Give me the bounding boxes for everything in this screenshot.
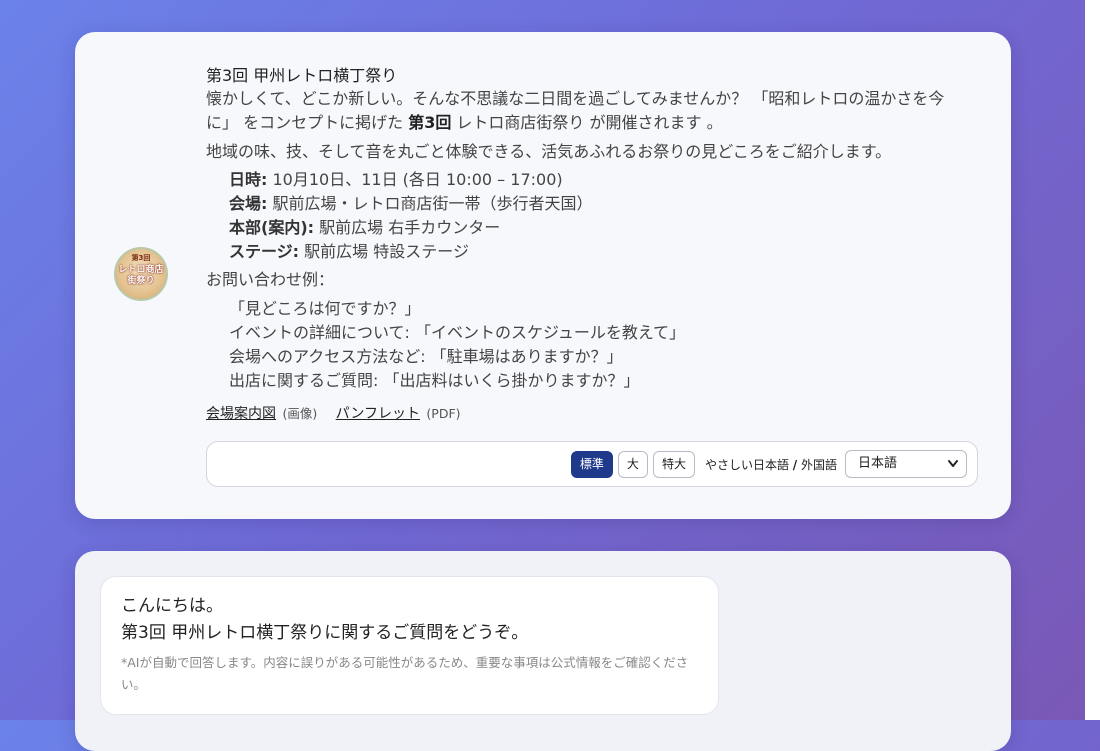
example-question[interactable]: イベントの詳細について: 「イベントのスケジュールを教えて」: [229, 321, 976, 345]
detail-label: 会場:: [229, 194, 268, 213]
lang-label-easy: やさしい日本語: [704, 457, 793, 472]
example-question[interactable]: 出店に関するご質問: 「出店料はいくら掛かりますか？」: [229, 369, 976, 393]
font-size-xlarge-button[interactable]: 特大: [652, 450, 695, 478]
bot-message-bubble: こんにちは。 第3回 甲州レトロ横丁祭りに関するご質問をどうぞ。 *AIが自動で…: [100, 576, 719, 715]
ai-disclaimer: *AIが自動で回答します。内容に誤りがある可能性があるため、重要な事項は公式情報…: [121, 655, 689, 692]
language-select[interactable]: 日本語: [845, 450, 967, 478]
page-right-edge: [1085, 0, 1100, 720]
font-size-standard-button[interactable]: 標準: [570, 450, 613, 478]
detail-value: 駅前広場 特設ステージ: [299, 242, 469, 261]
logo-text-top: 第3回: [131, 254, 151, 262]
pamphlet-link[interactable]: パンフレット: [336, 406, 420, 422]
detail-label: ステージ:: [229, 242, 300, 261]
detail-value: 駅前広場・レトロ商店街一帯（歩行者天国）: [267, 194, 593, 213]
event-info-content: 第3回 甲州レトロ横丁祭り 懐かしくて、どこか新しい。そんな不思議な二日間を過ご…: [206, 65, 976, 424]
font-size-large-button[interactable]: 大: [617, 450, 648, 478]
language-label: やさしい日本語 / 外国語: [705, 456, 837, 473]
display-settings-toolbar: 標準 大 特大 やさしい日本語 / 外国語 日本語: [206, 441, 978, 487]
chat-card: こんにちは。 第3回 甲州レトロ横丁祭りに関するご質問をどうぞ。 *AIが自動で…: [75, 551, 1011, 751]
examples-title: お問い合わせ例：: [206, 270, 335, 289]
detail-item-hq: 本部(案内): 駅前広場 右手カウンター: [229, 216, 976, 240]
logo-text-main: レトロ商店街祭り: [118, 265, 164, 286]
event-info-card: 第3回 レトロ商店街祭り 第3回 甲州レトロ横丁祭り 懐かしくて、どこか新しい。…: [75, 32, 1011, 519]
detail-item-venue: 会場: 駅前広場・レトロ商店街一帯（歩行者天国）: [229, 192, 976, 216]
event-details-list: 日時: 10月10日、11日 (各日 10:00 – 17:00) 会場: 駅前…: [206, 168, 976, 264]
detail-label: 日時:: [229, 170, 268, 189]
example-question[interactable]: 会場へのアクセス方法など: 「駐車場はありますか？」: [229, 345, 976, 369]
toolbar-controls: 標準 大 特大 やさしい日本語 / 外国語 日本語: [570, 450, 967, 478]
greeting-line-1: こんにちは。: [121, 596, 223, 616]
language-select-value: 日本語: [858, 456, 898, 471]
intro-edition: 第3回: [408, 113, 452, 132]
example-questions-list: 「見どころは何ですか？」 イベントの詳細について: 「イベントのスケジュールを教…: [206, 297, 976, 393]
detail-item-date: 日時: 10月10日、11日 (各日 10:00 – 17:00): [229, 168, 976, 192]
greeting-line-2: 第3回 甲州レトロ横丁祭りに関するご質問をどうぞ。: [121, 623, 529, 643]
venue-map-note: (画像): [282, 406, 318, 421]
event-title: 第3回 甲州レトロ横丁祭り: [206, 66, 398, 85]
detail-item-stage: ステージ: 駅前広場 特設ステージ: [229, 240, 976, 264]
detail-value: 駅前広場 右手カウンター: [314, 218, 501, 237]
festival-logo-icon: 第3回 レトロ商店街祭り: [114, 247, 168, 301]
event-intro: 懐かしくて、どこか新しい。そんな不思議な二日間を過ごしてみませんか？ 「昭和レト…: [206, 87, 966, 135]
intro-text-2: レトロ商店街祭り が開催されます 。: [451, 113, 723, 132]
pamphlet-note: (PDF): [426, 406, 461, 421]
venue-map-link[interactable]: 会場案内図: [206, 406, 276, 422]
detail-label: 本部(案内):: [229, 218, 315, 237]
chevron-down-icon: [947, 451, 959, 487]
lang-label-foreign: 外国語: [797, 457, 837, 472]
resource-links: 会場案内図 (画像) パンフレット (PDF): [206, 404, 976, 424]
example-question[interactable]: 「見どころは何ですか？」: [229, 297, 976, 321]
detail-value: 10月10日、11日 (各日 10:00 – 17:00): [267, 170, 563, 189]
event-intro-2: 地域の味、技、そして音を丸ごと体験できる、活気あふれるお祭りの見どころをご紹介し…: [206, 142, 892, 161]
